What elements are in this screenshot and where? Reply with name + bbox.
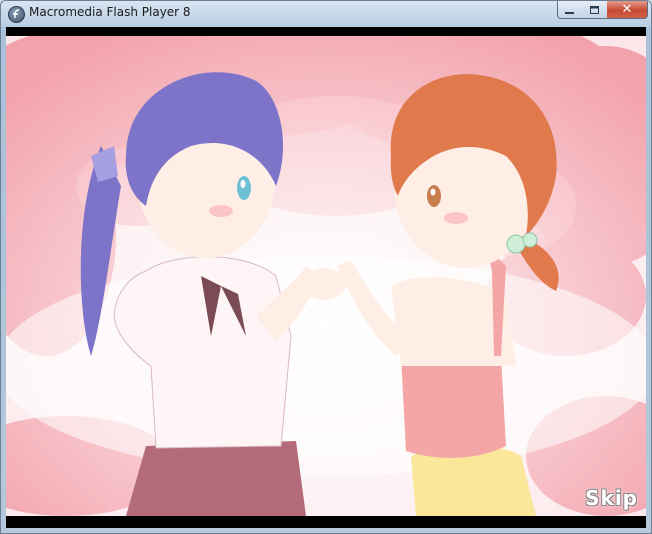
close-button[interactable]: ✕ xyxy=(607,1,648,19)
flash-player-window: Macromedia Flash Player 8 ✕ Skip xyxy=(0,0,652,534)
animation-stage[interactable]: Skip xyxy=(6,36,646,516)
window-title: Macromedia Flash Player 8 xyxy=(29,5,191,19)
letterbox-bottom xyxy=(6,516,646,528)
flash-content-area[interactable]: Skip xyxy=(6,27,646,528)
joined-hands xyxy=(302,268,346,300)
minimize-icon xyxy=(565,1,575,19)
title-bar[interactable]: Macromedia Flash Player 8 ✕ xyxy=(1,1,651,27)
flash-app-icon[interactable] xyxy=(8,6,25,23)
close-icon: ✕ xyxy=(621,2,633,17)
maximize-button[interactable] xyxy=(582,1,608,19)
minimize-button[interactable] xyxy=(557,1,583,19)
scene-illustration xyxy=(6,36,646,516)
skip-button[interactable]: Skip xyxy=(585,486,638,510)
maximize-icon xyxy=(589,1,600,19)
